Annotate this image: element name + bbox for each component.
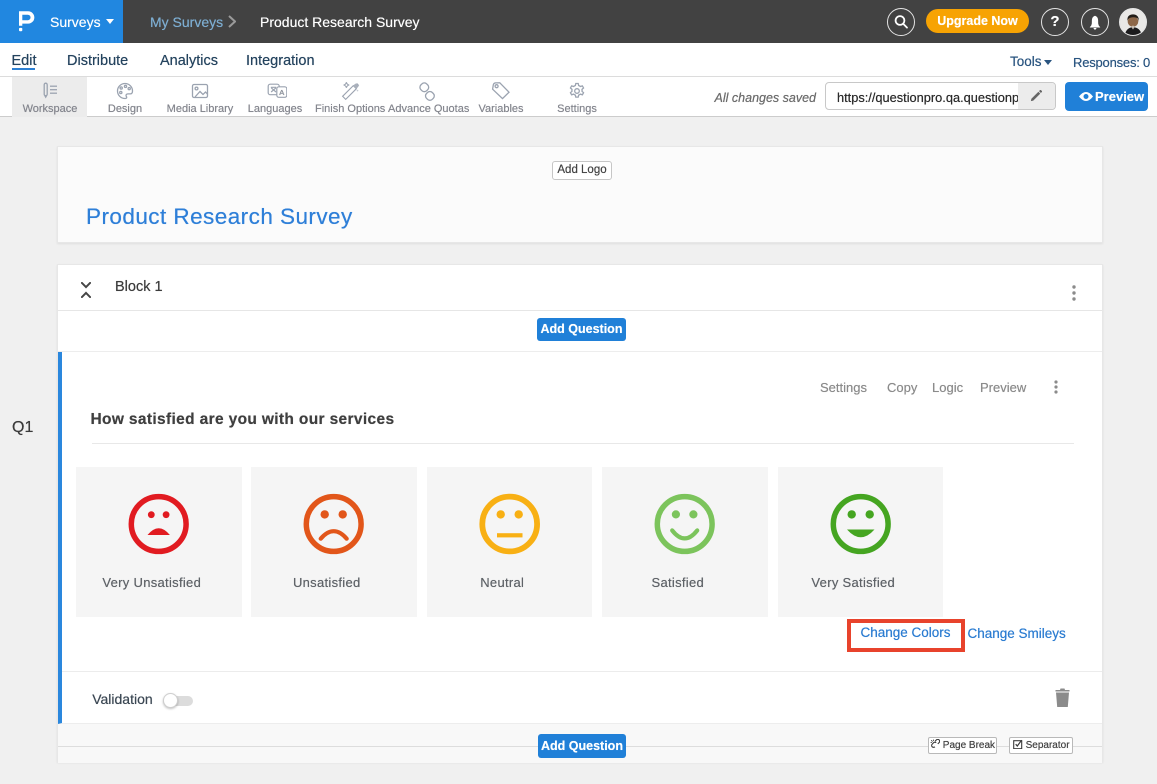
svg-text:A: A	[279, 88, 284, 97]
